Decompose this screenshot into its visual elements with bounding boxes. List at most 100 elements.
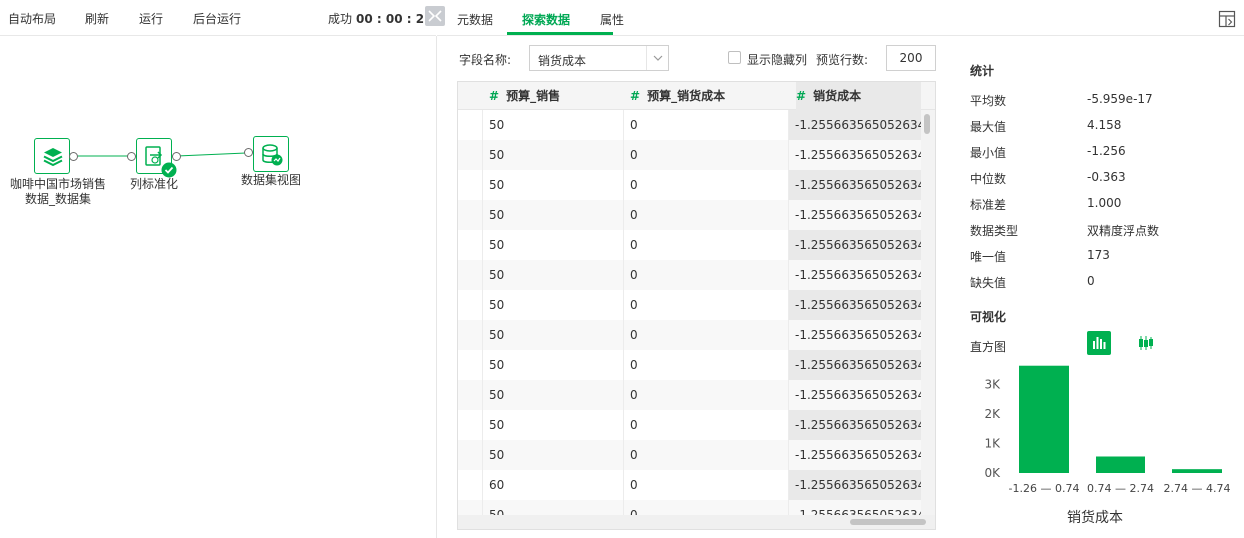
histogram-bar[interactable] bbox=[1019, 365, 1069, 473]
database-view-icon bbox=[262, 144, 283, 166]
visualization-title: 可视化 bbox=[970, 310, 1007, 324]
y-tick-label: 3K bbox=[984, 378, 1001, 392]
stat-key: 中位数 bbox=[970, 172, 1007, 186]
table-cell: 0 bbox=[630, 208, 638, 222]
x-tick-label: -1.26 — 0.74 bbox=[1009, 482, 1080, 495]
table-cell: 0 bbox=[630, 388, 638, 402]
table-row[interactable]: 50 0 -1.2556635650526347 bbox=[458, 350, 933, 380]
histogram-bar[interactable] bbox=[1172, 469, 1222, 473]
column-header[interactable]: # 预算_销货成本 bbox=[630, 82, 725, 110]
histogram-label: 直方图 bbox=[970, 340, 1007, 354]
boxplot-chart-button[interactable] bbox=[1134, 331, 1158, 355]
table-cell: 0 bbox=[630, 448, 638, 462]
preview-rows-input[interactable]: 200 bbox=[886, 45, 936, 71]
input-port[interactable] bbox=[244, 148, 253, 157]
x-tick-label: 0.74 — 2.74 bbox=[1087, 482, 1154, 495]
table-cell: 50 bbox=[489, 208, 505, 222]
stat-value: -1.256 bbox=[1087, 144, 1126, 158]
flow-node-column-standardize-label: 列标准化 bbox=[129, 177, 178, 191]
table-row[interactable]: 50 0 -1.2556635650526347 bbox=[458, 410, 933, 440]
flow-node-dataset-view[interactable] bbox=[253, 136, 289, 172]
table-cell: 0 bbox=[630, 328, 638, 342]
field-name-select[interactable]: 销货成本 bbox=[529, 45, 669, 71]
stat-value: 4.158 bbox=[1087, 118, 1122, 132]
show-hidden-checkbox[interactable] bbox=[728, 51, 741, 64]
layers-icon bbox=[43, 148, 63, 167]
table-row[interactable]: 50 0 -1.2556635650526347 bbox=[458, 290, 933, 320]
field-name-value: 销货成本 bbox=[538, 54, 587, 68]
table-row[interactable]: 50 0 -1.2556635650526347 bbox=[458, 440, 933, 470]
table-cell: -1.2556635650526347 bbox=[795, 148, 933, 162]
table-row[interactable]: 50 0 -1.2556635650526347 bbox=[458, 200, 933, 230]
table-cell: -1.2556635650526347 bbox=[795, 208, 933, 222]
tab-explore-data[interactable]: 探索数据 bbox=[522, 11, 570, 28]
table-cell: 0 bbox=[630, 478, 638, 492]
input-port[interactable] bbox=[127, 152, 136, 161]
stat-key: 最小值 bbox=[970, 146, 1007, 160]
table-row[interactable]: 50 0 -1.2556635650526347 bbox=[458, 380, 933, 410]
table-row[interactable]: 50 0 -1.2556635650526347 bbox=[458, 260, 933, 290]
table-cell: -1.2556635650526347 bbox=[795, 358, 933, 372]
table-cell: 50 bbox=[489, 238, 505, 252]
tab-properties[interactable]: 属性 bbox=[600, 11, 624, 28]
stats-title: 统计 bbox=[970, 64, 995, 78]
flow-node-dataset[interactable] bbox=[34, 138, 70, 174]
flow-node-dataset-view-label: 数据集视图 bbox=[240, 173, 301, 187]
vertical-scrollbar[interactable] bbox=[921, 110, 935, 522]
x-axis-label: 销货成本 bbox=[1067, 509, 1123, 526]
table-row[interactable]: 50 0 -1.2556635650526347 bbox=[458, 320, 933, 350]
stat-value: 1.000 bbox=[1087, 196, 1122, 210]
tab-metadata[interactable]: 元数据 bbox=[457, 11, 493, 28]
flow-node-dataset-label: 咖啡中国市场销售 数据_数据集 bbox=[0, 177, 116, 207]
column-header-label: 预算_销货成本 bbox=[647, 89, 726, 103]
table-row[interactable]: 50 0 -1.2556635650526347 bbox=[458, 140, 933, 170]
layout-toggle-icon[interactable] bbox=[1218, 10, 1236, 31]
table-row[interactable]: 60 0 -1.2556635650526347 bbox=[458, 470, 933, 500]
column-header[interactable]: # 预算_销售 bbox=[489, 82, 560, 110]
table-cell: -1.2556635650526347 bbox=[795, 118, 933, 132]
detail-tabs: 元数据 探索数据 属性 bbox=[437, 0, 1244, 36]
stat-key: 缺失值 bbox=[970, 276, 1007, 290]
table-cell: 0 bbox=[630, 358, 638, 372]
table-body: 50 0 -1.2556635650526347 50 0 -1.255663565052… bbox=[458, 110, 935, 522]
stat-key: 唯一值 bbox=[970, 250, 1007, 264]
table-row[interactable]: 50 0 -1.2556635650526347 bbox=[458, 110, 933, 140]
table-cell: -1.2556635650526347 bbox=[795, 328, 933, 342]
histogram-chart: 3K 2K 1K 0K -1.26 — 0.74 0.74 — 2.74 2.74 — 4.… bbox=[984, 365, 1230, 526]
stat-key: 标准差 bbox=[970, 198, 1007, 212]
stat-value: -5.959e-17 bbox=[1087, 92, 1153, 106]
stat-value: 0 bbox=[1087, 274, 1095, 288]
table-cell: 0 bbox=[630, 118, 638, 132]
table-cell: -1.2556635650526347 bbox=[795, 268, 933, 282]
column-divider bbox=[482, 110, 483, 529]
table-cell: -1.2556635650526347 bbox=[795, 238, 933, 252]
output-port[interactable] bbox=[69, 152, 78, 161]
show-hidden-label: 显示隐藏列 bbox=[747, 53, 808, 67]
table-row[interactable]: 50 0 -1.2556635650526347 bbox=[458, 170, 933, 200]
table-cell: 0 bbox=[630, 178, 638, 192]
data-preview-table: # 预算_销售 # 预算_销货成本 # 销货成本 50 0 -1.255663565052… bbox=[457, 81, 936, 530]
stat-key: 数据类型 bbox=[970, 224, 1019, 238]
histogram-bar[interactable] bbox=[1096, 456, 1145, 473]
table-cell: 50 bbox=[489, 268, 505, 282]
column-divider bbox=[788, 110, 789, 529]
table-cell: 50 bbox=[489, 358, 505, 372]
vertical-scrollbar-thumb[interactable] bbox=[924, 114, 930, 134]
y-tick-label: 2K bbox=[984, 407, 1001, 421]
histogram-chart-button[interactable] bbox=[1087, 331, 1111, 355]
column-divider bbox=[623, 110, 624, 529]
table-header: # 预算_销售 # 预算_销货成本 # 销货成本 bbox=[458, 82, 935, 110]
stat-value: 173 bbox=[1087, 248, 1110, 262]
table-cell: 50 bbox=[489, 148, 505, 162]
horizontal-scrollbar-thumb[interactable] bbox=[850, 519, 926, 525]
active-tab-indicator bbox=[507, 32, 613, 35]
column-header[interactable]: # 销货成本 bbox=[796, 82, 921, 110]
table-cell: 0 bbox=[630, 148, 638, 162]
field-name-label: 字段名称: bbox=[459, 53, 512, 67]
column-header-label: 销货成本 bbox=[813, 89, 862, 103]
table-cell: 0 bbox=[630, 298, 638, 312]
flow-edges bbox=[78, 152, 247, 157]
table-row[interactable]: 50 0 -1.2556635650526347 bbox=[458, 230, 933, 260]
output-port[interactable] bbox=[172, 152, 181, 161]
table-cell: -1.2556635650526347 bbox=[795, 448, 933, 462]
